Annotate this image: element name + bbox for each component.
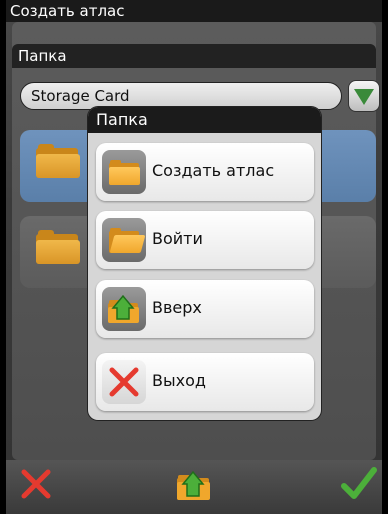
confirm-button[interactable]: [336, 462, 382, 508]
section-header: Папка: [12, 44, 376, 68]
menu-item-label: Войти: [152, 229, 203, 248]
folder-icon: [36, 144, 80, 178]
up-button[interactable]: Вверх: [96, 280, 314, 338]
menu-item-label: Вверх: [152, 298, 202, 317]
create-atlas-button[interactable]: Создать атлас: [96, 143, 314, 201]
folder-icon: [36, 230, 80, 264]
folder-icon: [102, 150, 146, 194]
location-dropdown-button[interactable]: [348, 80, 380, 112]
device-frame-left: [0, 0, 6, 514]
open-folder-icon: [102, 218, 146, 262]
menu-item-label: Создать атлас: [152, 161, 275, 180]
chevron-down-icon: [354, 89, 374, 105]
up-folder-button[interactable]: [171, 462, 217, 508]
cancel-button[interactable]: [14, 462, 60, 508]
close-icon: [102, 360, 146, 404]
menu-item-label: Выход: [152, 371, 206, 390]
checkmark-icon: [341, 467, 377, 499]
window-title: Создать атлас: [6, 0, 382, 22]
app-screen: Создать атлас Папка Storage Card .. ..: [0, 0, 388, 514]
folder-up-icon: [177, 470, 210, 500]
device-frame-right: [382, 0, 388, 514]
close-icon: [21, 469, 51, 499]
location-select[interactable]: Storage Card: [20, 82, 342, 110]
enter-button[interactable]: Войти: [96, 211, 314, 269]
folder-up-icon: [102, 287, 146, 331]
exit-button[interactable]: Выход: [96, 353, 314, 411]
popup-title: Папка: [88, 107, 321, 133]
